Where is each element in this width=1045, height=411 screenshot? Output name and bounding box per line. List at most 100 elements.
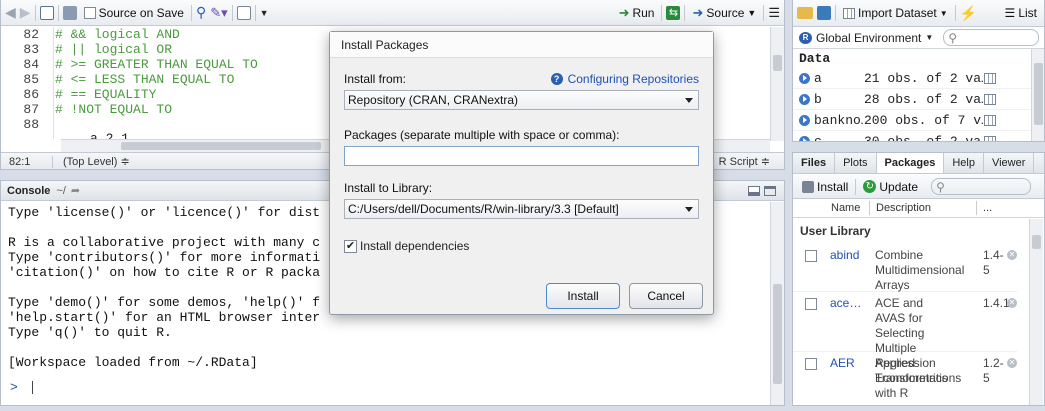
environment-scroll-thumb[interactable]	[1034, 63, 1043, 125]
expand-object-icon[interactable]	[799, 114, 810, 126]
environment-row[interactable]: a 21 obs. of 2 va…	[793, 68, 1032, 89]
code-tools-wand-icon[interactable]: ✎▾	[210, 5, 227, 21]
view-data-grid-icon[interactable]	[984, 93, 996, 105]
chevron-down-icon[interactable]: ▼	[260, 8, 269, 18]
tab-plots[interactable]: Plots	[835, 153, 877, 173]
column-name[interactable]: Name	[831, 202, 860, 214]
tab-viewer[interactable]: Viewer	[984, 153, 1035, 173]
maximize-pane-icon[interactable]	[764, 185, 776, 196]
editor-scroll-thumb[interactable]	[773, 55, 782, 71]
source-arrow-icon: ➜	[692, 4, 704, 20]
back-arrow-icon[interactable]: ◀	[5, 4, 16, 21]
expand-object-icon[interactable]	[799, 72, 810, 84]
editor-hscroll-thumb[interactable]	[121, 142, 321, 150]
packages-label: Packages (separate multiple with space o…	[344, 128, 620, 142]
install-dependencies-checkbox[interactable]: ✔	[344, 239, 357, 253]
environment-search-input[interactable]: ⚲	[943, 29, 1040, 46]
install-to-library-value: C:/Users/dell/Documents/R/win-library/3.…	[348, 202, 619, 216]
console-scroll-thumb[interactable]	[773, 284, 782, 384]
update-packages-button[interactable]: ↻ Update	[860, 178, 921, 196]
code-text: # || logical OR	[55, 42, 173, 57]
environment-list: a 21 obs. of 2 va… b 28 obs. of 2 va… bankno…	[793, 68, 1032, 141]
save-icon[interactable]	[62, 5, 77, 20]
file-type-selector[interactable]: R Script ≑	[719, 155, 784, 168]
rerun-icon[interactable]: ⇆	[666, 5, 681, 20]
install-dependencies-option[interactable]: ✔ Install dependencies	[344, 239, 469, 253]
package-load-checkbox[interactable]	[805, 358, 817, 370]
remove-package-icon[interactable]: ✕	[1007, 358, 1017, 368]
minimize-pane-icon[interactable]	[748, 185, 760, 196]
list-view-button[interactable]: ☰ List	[1002, 4, 1040, 22]
broom-icon[interactable]: ⚡	[960, 5, 977, 22]
scope-selector[interactable]: (Top Level) ≑	[53, 155, 253, 168]
view-data-grid-icon[interactable]	[984, 72, 996, 84]
source-button[interactable]: ➜ Source ▼	[689, 3, 759, 23]
show-in-window-icon[interactable]	[39, 5, 54, 20]
line-number: 85	[1, 72, 51, 87]
install-to-library-select[interactable]: C:/Users/dell/Documents/R/win-library/3.…	[344, 199, 699, 219]
package-load-checkbox[interactable]	[805, 298, 817, 310]
console-prompt: >	[10, 380, 18, 395]
object-name: bankno…	[814, 112, 864, 128]
package-name-link[interactable]: AER	[830, 356, 855, 370]
chevron-down-icon[interactable]: ▼	[925, 33, 933, 42]
packages-list: abind Combine Multidimensional Arrays 1.4-…	[793, 245, 1025, 405]
view-data-grid-icon[interactable]	[984, 135, 996, 141]
console-title: Console	[7, 184, 51, 197]
object-name: a	[814, 70, 822, 86]
toolbar-divider	[57, 4, 59, 21]
install-from-select[interactable]: Repository (CRAN, CRANextra)	[344, 90, 699, 110]
refresh-icon: ↻	[863, 180, 877, 193]
column-divider	[976, 201, 977, 215]
source-on-save-checkbox[interactable]	[83, 6, 96, 19]
column-more[interactable]: ...	[983, 202, 992, 214]
open-folder-icon[interactable]	[797, 7, 813, 19]
editor-vertical-scrollbar[interactable]	[770, 27, 784, 141]
go-to-directory-icon[interactable]: ➦	[71, 184, 80, 197]
compile-report-icon[interactable]	[236, 5, 251, 20]
column-description[interactable]: Description	[876, 202, 931, 214]
console-vertical-scrollbar[interactable]	[770, 202, 784, 405]
source-on-save-toggle[interactable]: Source on Save	[81, 4, 187, 22]
document-outline-icon[interactable]: ☰	[768, 5, 780, 21]
environment-row[interactable]: c 30 obs. of 2 va…	[793, 131, 1032, 141]
forward-arrow-icon[interactable]: ▶	[20, 4, 31, 21]
console-cursor	[31, 381, 33, 395]
remove-package-icon[interactable]: ✕	[1007, 250, 1017, 260]
install-button[interactable]: Install	[546, 283, 620, 309]
tab-files[interactable]: Files	[793, 153, 836, 173]
chevron-down-icon[interactable]: ▼	[747, 8, 756, 18]
run-button[interactable]: ➜ Run	[616, 3, 658, 23]
expand-object-icon[interactable]	[799, 135, 810, 141]
tab-help[interactable]: Help	[944, 153, 984, 173]
console-prompt-line[interactable]: >	[10, 380, 33, 395]
dialog-title: Install Packages	[330, 32, 713, 58]
packages-search-input[interactable]: ⚲	[931, 178, 1032, 195]
environment-row[interactable]: b 28 obs. of 2 va…	[793, 89, 1032, 110]
package-name-link[interactable]: ace…	[830, 296, 861, 310]
cancel-button[interactable]: Cancel	[629, 283, 703, 309]
environment-row[interactable]: bankno… 200 obs. of 7 v…	[793, 110, 1032, 131]
install-packages-button[interactable]: Install	[799, 178, 851, 196]
remove-package-icon[interactable]: ✕	[1007, 298, 1017, 308]
toolbar-divider	[231, 4, 233, 21]
import-dataset-button[interactable]: Import Dataset ▼	[840, 4, 951, 22]
toolbar-divider	[254, 4, 256, 21]
packages-input[interactable]	[344, 146, 699, 166]
save-workspace-icon[interactable]	[817, 6, 831, 20]
package-name-link[interactable]: abind	[830, 248, 859, 262]
expand-object-icon[interactable]	[799, 93, 810, 105]
packages-scroll-thumb[interactable]	[1032, 235, 1041, 249]
configuring-repositories-link[interactable]: ? Configuring Repositories	[550, 72, 699, 86]
tab-packages[interactable]: Packages	[876, 153, 945, 173]
environment-scope-select[interactable]: Global Environment	[816, 31, 921, 45]
view-data-grid-icon[interactable]	[984, 114, 996, 126]
packages-vertical-scrollbar[interactable]	[1029, 219, 1043, 405]
install-from-value: Repository (CRAN, CRANextra)	[348, 93, 519, 107]
package-load-checkbox[interactable]	[805, 250, 817, 262]
toolbar-divider	[763, 4, 765, 21]
environment-vertical-scrollbar[interactable]	[1031, 49, 1044, 141]
search-icon[interactable]: ⚲	[196, 4, 206, 21]
